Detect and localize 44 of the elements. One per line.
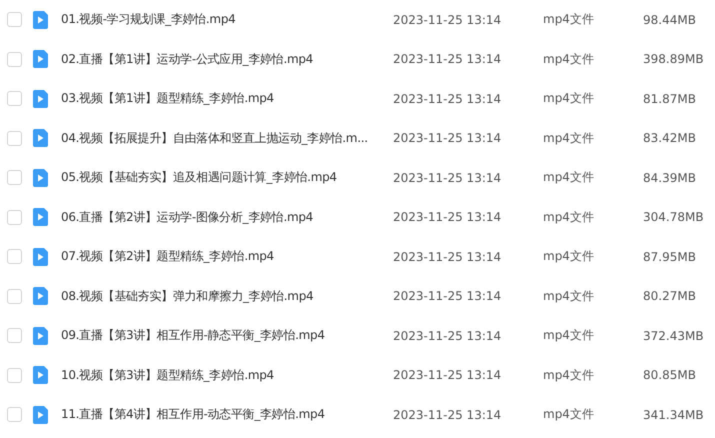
file-size: 83.42MB xyxy=(643,131,696,146)
file-size: 372.43MB xyxy=(643,328,704,343)
file-name[interactable]: 05.视频【基础夯实】追及相遇问题计算_李婷怡.mp4 xyxy=(61,169,393,186)
file-name[interactable]: 06.直播【第2讲】运动学-图像分析_李婷怡.mp4 xyxy=(61,208,393,226)
file-type: mp4文件 xyxy=(543,327,595,344)
file-type: mp4文件 xyxy=(543,130,595,147)
file-name[interactable]: 02.直播【第1讲】运动学-公式应用_李婷怡.mp4 xyxy=(61,50,393,68)
file-size: 80.85MB xyxy=(643,368,696,382)
modified-date: 2023-11-25 13:14 xyxy=(393,289,502,304)
modified-date: 2023-11-25 13:14 xyxy=(393,408,502,422)
modified-date: 2023-11-25 13:14 xyxy=(393,170,502,185)
file-size: 341.34MB xyxy=(643,408,704,422)
file-name[interactable]: 04.视频【拓展提升】自由落体和竖直上抛运动_李婷怡.m... xyxy=(61,130,393,147)
modified-date: 2023-11-25 13:14 xyxy=(393,12,502,27)
file-type: mp4文件 xyxy=(543,208,595,226)
file-type: mp4文件 xyxy=(543,90,595,108)
modified-date: 2023-11-25 13:14 xyxy=(393,250,502,264)
file-type: mp4文件 xyxy=(543,366,595,384)
file-type: mp4文件 xyxy=(543,248,595,266)
modified-date: 2023-11-25 13:14 xyxy=(393,52,502,66)
file-size: 84.39MB xyxy=(643,170,696,185)
file-size: 398.89MB xyxy=(643,52,704,66)
modified-date: 2023-11-25 13:14 xyxy=(393,210,502,224)
modified-date: 2023-11-25 13:14 xyxy=(393,368,502,382)
file-type: mp4文件 xyxy=(543,406,595,424)
file-name[interactable]: 08.视频【基础夯实】弹力和摩擦力_李婷怡.mp4 xyxy=(61,288,393,305)
file-name[interactable]: 01.视频-学习规划课_李婷怡.mp4 xyxy=(61,11,393,28)
file-type: mp4文件 xyxy=(543,11,595,28)
file-name[interactable]: 09.直播【第3讲】相互作用-静态平衡_李婷怡.mp4 xyxy=(61,327,393,344)
file-name[interactable]: 11.直播【第4讲】相互作用-动态平衡_李婷怡.mp4 xyxy=(61,406,393,424)
modified-date: 2023-11-25 13:14 xyxy=(393,92,502,106)
file-size: 87.95MB xyxy=(643,250,696,264)
file-type: mp4文件 xyxy=(543,288,595,305)
file-size: 98.44MB xyxy=(643,12,696,27)
file-size: 81.87MB xyxy=(643,92,696,106)
file-type: mp4文件 xyxy=(543,169,595,186)
file-type: mp4文件 xyxy=(543,50,595,68)
file-size: 304.78MB xyxy=(643,210,704,224)
file-name[interactable]: 10.视频【第3讲】题型精练_李婷怡.mp4 xyxy=(61,366,393,384)
modified-date: 2023-11-25 13:14 xyxy=(393,328,502,343)
file-size: 80.27MB xyxy=(643,289,696,304)
file-name[interactable]: 07.视频【第2讲】题型精练_李婷怡.mp4 xyxy=(61,248,393,266)
modified-date: 2023-11-25 13:14 xyxy=(393,131,502,146)
file-name[interactable]: 03.视频【第1讲】题型精练_李婷怡.mp4 xyxy=(61,90,393,108)
